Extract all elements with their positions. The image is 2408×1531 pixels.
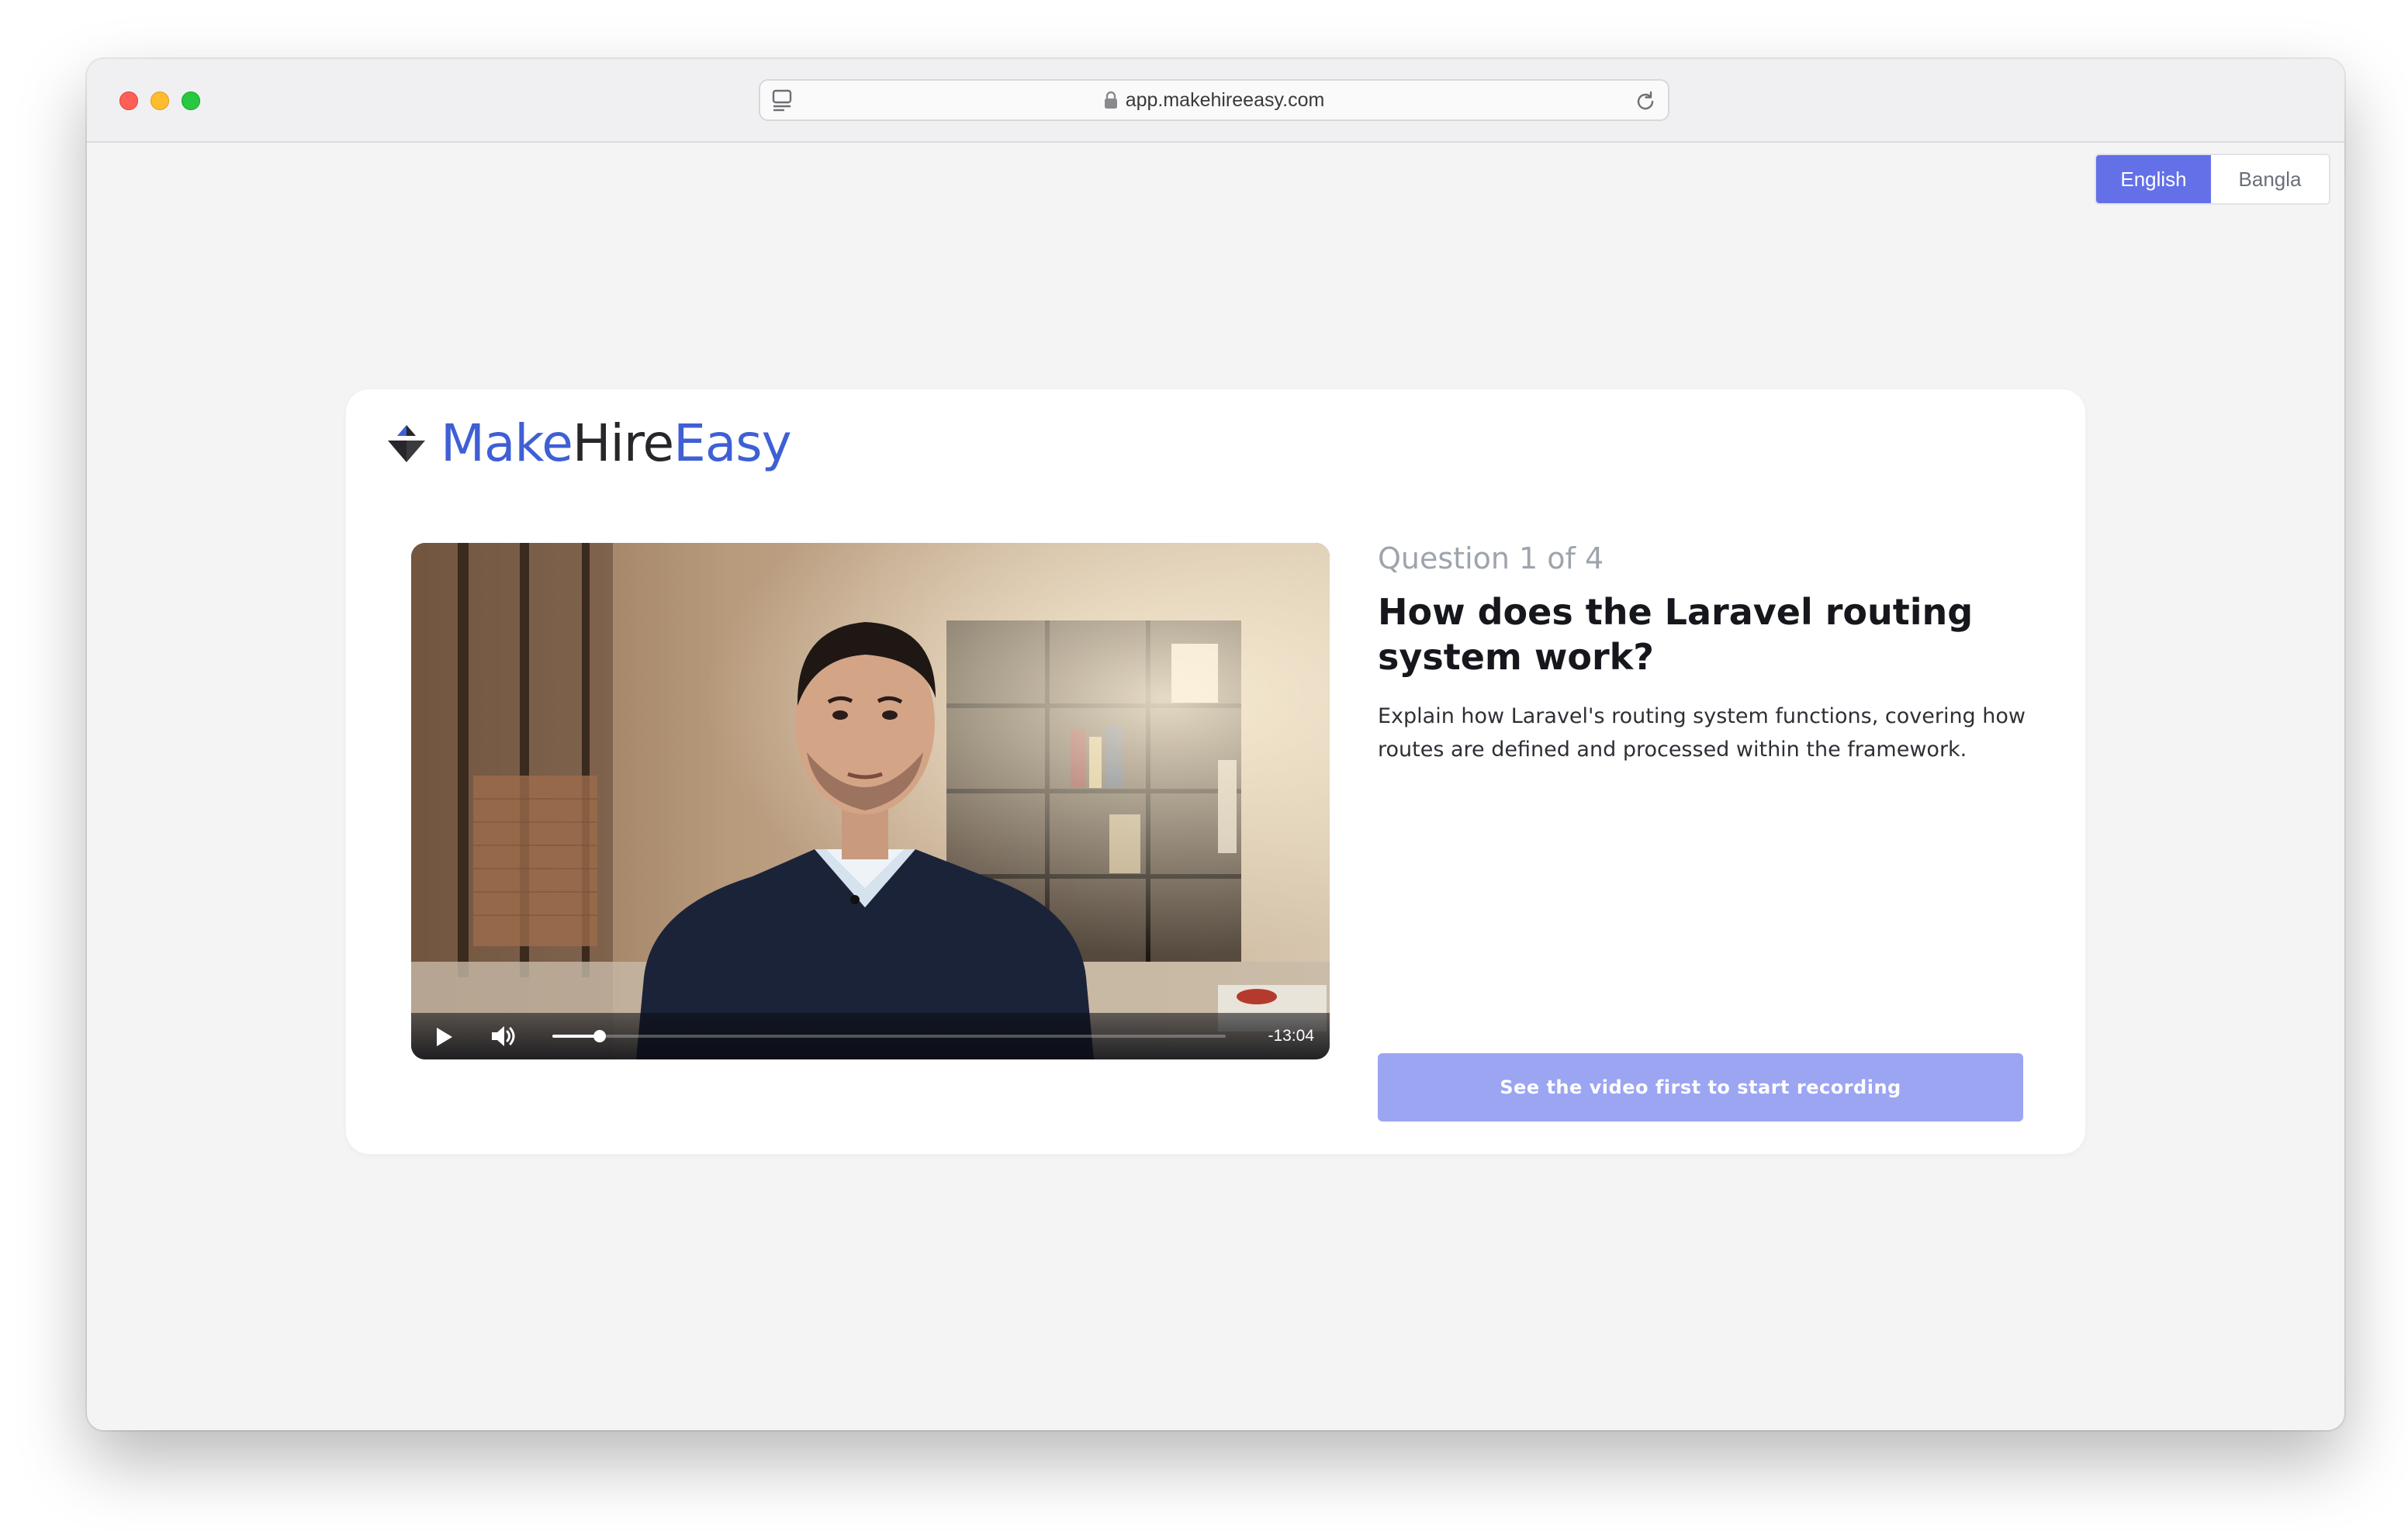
start-recording-button[interactable]: See the video first to start recording [1378,1053,2023,1121]
question-description: Explain how Laravel's routing system fun… [1378,704,2026,762]
brand-name-make: Make [441,413,573,473]
minimize-window-button[interactable] [150,92,169,110]
browser-titlebar: app.makehireeasy.com [87,59,2344,143]
language-switch: English Bangla [2095,154,2330,205]
brand-name-easy: Easy [673,413,792,473]
video-progress-bar[interactable] [552,1030,1226,1042]
lock-icon [1104,91,1117,109]
language-english-button[interactable]: English [2096,155,2211,203]
brand-name: MakeHireEasy [441,418,792,469]
video-time-remaining: -13:04 [1268,1027,1314,1045]
volume-icon[interactable] [490,1024,517,1049]
browser-window: app.makehireeasy.com English Bangla Make… [87,59,2344,1430]
video-progress-fill [552,1035,600,1038]
video-progress-handle[interactable] [593,1030,606,1042]
brand-logo: MakeHireEasy [386,413,792,475]
question-video-player[interactable]: -13:04 [411,543,1330,1059]
zoom-window-button[interactable] [182,92,200,110]
video-frame-presenter[interactable] [411,543,1330,1059]
question-title: How does the Laravel routing system work… [1378,591,1974,678]
address-bar[interactable]: app.makehireeasy.com [759,79,1669,121]
video-controls: -13:04 [411,1013,1330,1059]
play-icon[interactable] [434,1027,453,1047]
question-counter: Question 1 of 4 [1378,541,1604,575]
brand-name-hire: Hire [572,413,674,473]
url-display: app.makehireeasy.com [760,81,1668,119]
close-window-button[interactable] [119,92,138,110]
makehireeasy-logo-icon [388,425,425,462]
interview-card: MakeHireEasy -13:04 Question 1 of 4 How … [346,389,2085,1154]
url-text: app.makehireeasy.com [1125,88,1325,111]
language-bangla-button[interactable]: Bangla [2211,155,2329,203]
reload-icon[interactable] [1634,90,1657,113]
